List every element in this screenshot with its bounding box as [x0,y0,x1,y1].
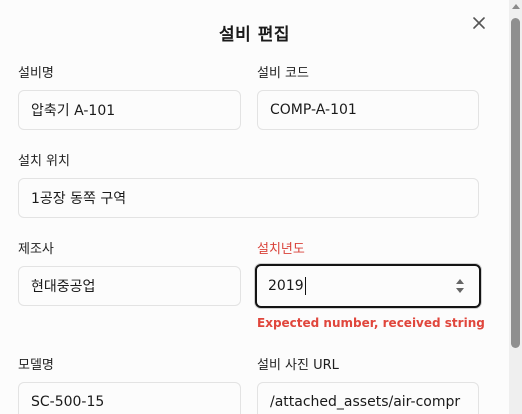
model-value: SC-500-15 [31,394,105,410]
install-year-input[interactable]: 2019 [255,264,481,308]
close-icon [473,17,485,29]
scroll-up-arrow-icon[interactable] [512,4,520,9]
scrollbar-thumb[interactable] [511,18,520,348]
equipment-code-label: 설비 코드 [257,66,309,81]
model-input[interactable]: SC-500-15 [18,382,241,414]
model-label: 모델명 [18,358,54,373]
install-year-label: 설치년도 [257,242,305,257]
location-input[interactable]: 1공장 동쪽 구역 [18,178,479,218]
location-value: 1공장 동쪽 구역 [31,191,127,207]
manufacturer-label: 제조사 [18,242,54,257]
close-button[interactable] [470,14,488,32]
equipment-code-value: COMP-A-101 [270,102,357,118]
install-year-error: Expected number, received string [257,316,485,330]
manufacturer-value: 현대중공업 [31,279,96,295]
manufacturer-input[interactable]: 현대중공업 [18,266,241,306]
text-caret [304,277,306,295]
install-year-value: 2019 [268,278,304,294]
scrollbar[interactable] [509,0,522,414]
photo-url-value: /attached_assets/air-compr [270,394,461,410]
photo-url-input[interactable]: /attached_assets/air-compr [257,382,479,414]
equipment-code-input[interactable]: COMP-A-101 [257,90,479,130]
dialog-title: 설비 편집 [219,25,290,45]
edit-equipment-dialog: 설비 편집 설비명 압축기 A-101 설비 코드 COMP-A-101 설치 … [0,0,509,414]
location-label: 설치 위치 [18,154,70,169]
spinner-icon[interactable] [455,277,465,295]
equipment-name-value: 압축기 A-101 [31,103,116,119]
equipment-name-label: 설비명 [18,66,54,81]
equipment-name-input[interactable]: 압축기 A-101 [18,90,241,130]
photo-url-label: 설비 사진 URL [257,358,339,373]
